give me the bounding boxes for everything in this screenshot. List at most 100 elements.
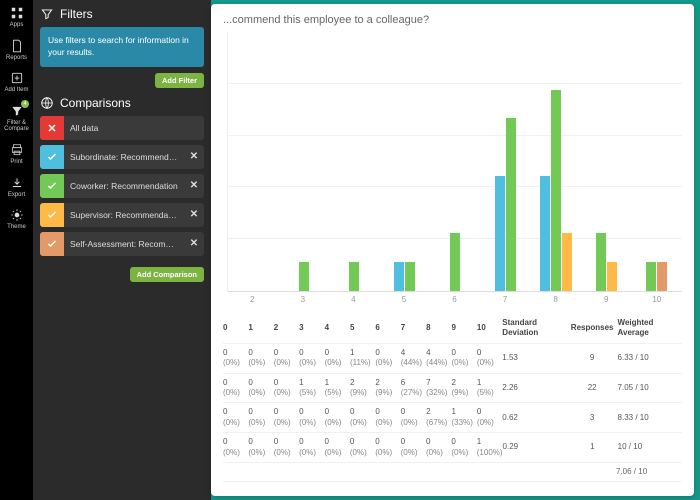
weighted-avg-cell: 10 / 10 [618, 442, 682, 452]
x-label: 3 [278, 292, 329, 304]
table-header-cell: 8 [426, 323, 451, 333]
bar-group [632, 32, 682, 291]
table-header-cell: 7 [401, 323, 426, 333]
nav-reports[interactable]: Reports [0, 33, 33, 66]
comparison-item[interactable]: All data [40, 116, 204, 140]
table-header-cell: Standard Deviation [502, 318, 566, 339]
table-cell: 0(0%) [451, 437, 476, 458]
table-cell: 1(33%) [452, 407, 477, 428]
bar [506, 118, 516, 291]
table-cell: 0(0%) [375, 407, 400, 428]
remove-comparison-icon[interactable]: ✕ [184, 151, 204, 162]
table-cell: 7(32%) [426, 378, 451, 399]
nav-add-item[interactable]: Add Item [0, 65, 33, 98]
footer-wa: 7.06 / 10 [616, 467, 682, 477]
remove-comparison-icon[interactable]: ✕ [184, 180, 204, 191]
table-cell: 6(27%) [401, 378, 426, 399]
nav-label: Filter & Compare [0, 120, 33, 133]
responses-cell: 22 [567, 383, 618, 393]
bar [450, 233, 460, 291]
bar [405, 262, 415, 291]
table-row: 0(0%)0(0%)0(0%)1(5%)1(5%)2(9%)2(9%)6(27%… [223, 374, 682, 404]
weighted-avg-cell: 7.05 / 10 [618, 383, 682, 393]
table-cell: 1(11%) [350, 348, 375, 369]
bar [562, 233, 572, 291]
nav-label: Theme [7, 224, 26, 231]
comparison-checkbox[interactable] [40, 116, 64, 140]
table-cell: 4(44%) [401, 348, 426, 369]
table-cell: 0(0%) [248, 348, 273, 369]
bar-group [228, 32, 278, 291]
nav-apps[interactable]: Apps [0, 0, 33, 33]
nav-filter-compare[interactable]: 4 Filter & Compare [0, 98, 33, 137]
nav-label: Print [10, 159, 22, 166]
responses-cell: 3 [567, 413, 618, 423]
bar [349, 262, 359, 291]
table-cell: 0(0%) [350, 437, 375, 458]
sd-cell: 2.26 [502, 383, 566, 393]
table-cell: 0(0%) [452, 348, 477, 369]
table-row: 0(0%)0(0%)0(0%)0(0%)0(0%)0(0%)0(0%)0(0%)… [223, 403, 682, 433]
table-cell: 0(0%) [325, 348, 350, 369]
x-label: 10 [632, 292, 683, 304]
table-header-cell: 10 [477, 323, 502, 333]
table-cell: 4(44%) [426, 348, 451, 369]
table-header-cell: 9 [452, 323, 477, 333]
remove-comparison-icon[interactable]: ✕ [184, 238, 204, 249]
table-cell: 1(5%) [325, 378, 350, 399]
table-header-cell: 0 [223, 323, 248, 333]
comparison-item[interactable]: Coworker: Recommendation✕ [40, 174, 204, 198]
table-cell: 0(0%) [274, 348, 299, 369]
table-cell: 0(0%) [426, 437, 451, 458]
sd-cell: 1.53 [502, 353, 566, 363]
nav-export[interactable]: Export [0, 170, 33, 203]
bar [657, 262, 667, 291]
comparison-item[interactable]: Subordinate: Recommendation✕ [40, 145, 204, 169]
weighted-avg-cell: 8.33 / 10 [618, 413, 682, 423]
comparison-label: Supervisor: Recommendation [64, 210, 184, 220]
nav-print[interactable]: Print [0, 137, 33, 170]
comparisons-header: Comparisons [40, 96, 204, 110]
table-header: 012345678910Standard DeviationResponsesW… [223, 314, 682, 344]
nav-badge: 4 [21, 100, 29, 108]
x-label: 7 [480, 292, 531, 304]
side-panel: Filters Use filters to search for inform… [33, 0, 211, 500]
table-cell: 0(0%) [401, 407, 426, 428]
nav-theme[interactable]: Theme [0, 202, 33, 235]
nav-label: Add Item [4, 87, 28, 94]
sd-cell: 0.62 [502, 413, 566, 423]
comparison-checkbox[interactable] [40, 145, 64, 169]
bar [299, 262, 309, 291]
table-cell: 0(0%) [477, 407, 502, 428]
table-cell: 0(0%) [350, 407, 375, 428]
table-header-cell: Weighted Average [618, 318, 682, 339]
bar [495, 176, 505, 291]
add-comparison-button[interactable]: Add Comparison [130, 267, 204, 282]
comparison-checkbox[interactable] [40, 174, 64, 198]
table-cell: 0(0%) [325, 437, 350, 458]
add-filter-button[interactable]: Add Filter [155, 73, 204, 88]
bar-group [581, 32, 631, 291]
weighted-avg-cell: 6.33 / 10 [618, 353, 682, 363]
main-content: ...commend this employee to a colleague?… [211, 4, 694, 496]
table-row: 0(0%)0(0%)0(0%)0(0%)0(0%)0(0%)0(0%)0(0%)… [223, 433, 682, 463]
table-cell: 1(5%) [299, 378, 324, 399]
bar [596, 233, 606, 291]
bar [540, 176, 550, 291]
table-row: 0(0%)0(0%)0(0%)0(0%)0(0%)1(11%)0(0%)4(44… [223, 344, 682, 374]
table-cell: 0(0%) [375, 437, 400, 458]
table-cell: 0(0%) [375, 348, 400, 369]
bar-group [329, 32, 379, 291]
bar-group [379, 32, 429, 291]
comparison-item[interactable]: Self-Assessment: Recommenda...✕ [40, 232, 204, 256]
remove-comparison-icon[interactable]: ✕ [184, 209, 204, 220]
table-cell: 0(0%) [223, 348, 248, 369]
comparison-checkbox[interactable] [40, 232, 64, 256]
comparisons-title: Comparisons [60, 96, 131, 110]
table-cell: 0(0%) [299, 437, 324, 458]
comparison-item[interactable]: Supervisor: Recommendation✕ [40, 203, 204, 227]
comparison-checkbox[interactable] [40, 203, 64, 227]
table-cell: 0(0%) [274, 378, 299, 399]
table-cell: 0(0%) [401, 437, 426, 458]
bar-group [531, 32, 581, 291]
